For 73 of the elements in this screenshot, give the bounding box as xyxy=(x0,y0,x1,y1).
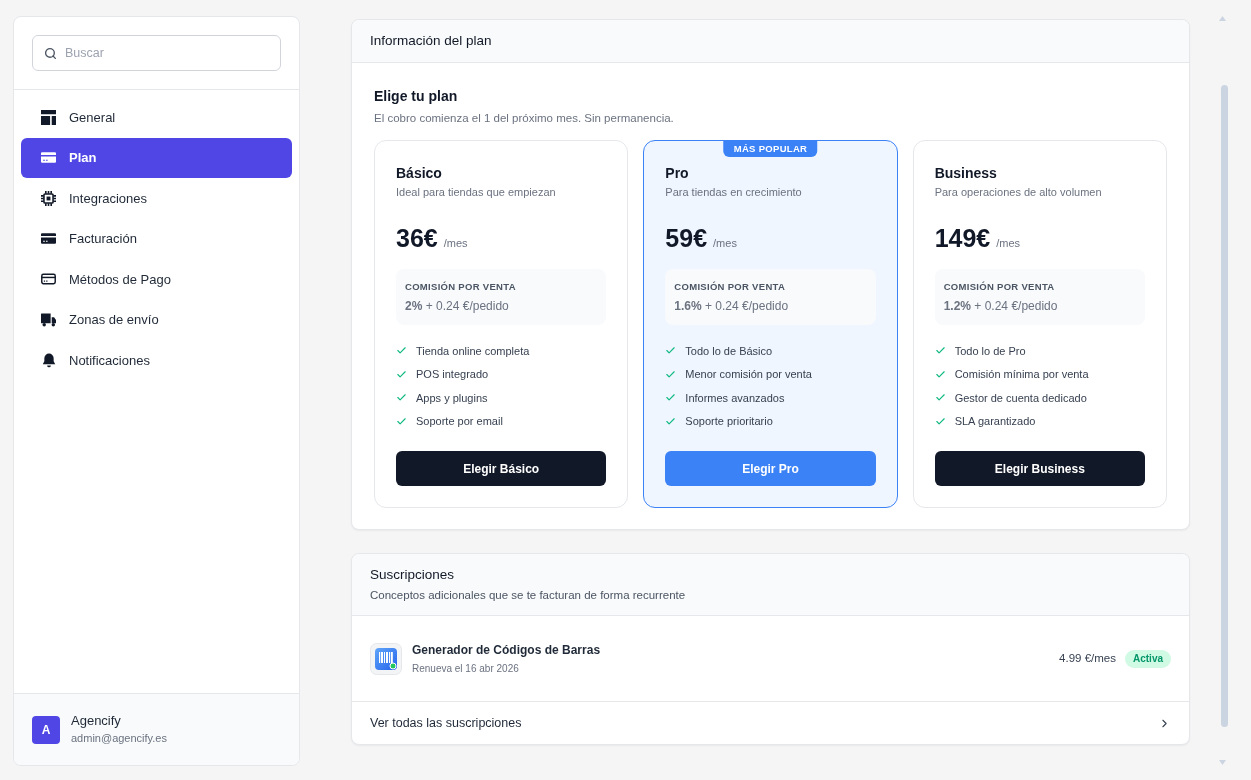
feature-text: Todo lo de Básico xyxy=(685,343,773,359)
section-subtitle: El cobro comienza el 1 del próximo mes. Sin permanencia. xyxy=(374,111,674,126)
popular-tag: MÁS POPULAR xyxy=(723,140,818,157)
view-all-link[interactable]: Ver todas las suscripciones xyxy=(352,702,1189,744)
choose-plan-button[interactable]: Elegir Pro xyxy=(665,451,876,486)
bell-icon xyxy=(41,352,56,368)
plan-name: Básico xyxy=(396,164,442,183)
scrollbar-thumb[interactable] xyxy=(1221,85,1228,727)
sidebar-item[interactable]: Notificaciones xyxy=(21,340,292,381)
commission-label: COMISIÓN POR VENTA xyxy=(405,280,516,294)
feature-text: Gestor de cuenta dedicado xyxy=(954,390,1087,406)
sidebar-item[interactable]: Plan xyxy=(21,137,292,178)
feature-text: Informes avanzados xyxy=(685,390,785,406)
plan-name: Business xyxy=(934,164,997,183)
plan-description: Para operaciones de alto volumen xyxy=(934,185,1102,200)
feature-text: Soporte por email xyxy=(416,414,503,429)
commission-value: 1.2% + 0.24 €/pedido xyxy=(943,298,1058,314)
commission-value: 2% + 0.24 €/pedido xyxy=(405,298,509,314)
subscription-price: 4.99 €/mes xyxy=(1059,650,1116,666)
plan-price: 149€ xyxy=(934,223,991,254)
sidebar-item[interactable]: Facturación xyxy=(21,218,292,259)
plan-name: Pro xyxy=(665,164,689,183)
scroll-down-icon[interactable] xyxy=(1218,760,1226,765)
check-icon xyxy=(396,368,407,380)
feature-text: Todo lo de Pro xyxy=(954,343,1026,359)
account-name: Agencify xyxy=(71,712,122,730)
commission-label: COMISIÓN POR VENTA xyxy=(674,280,786,294)
plan-description: Para tiendas en crecimiento xyxy=(665,185,802,200)
credit-card-icon xyxy=(41,233,56,245)
scroll-up-icon[interactable] xyxy=(1218,16,1226,21)
account-email: admin@agencify.es xyxy=(71,731,167,746)
price-period: /mes xyxy=(443,236,468,251)
feature-text: Comisión mínima por venta xyxy=(954,367,1089,382)
truck-icon xyxy=(41,312,56,327)
credit-card-icon xyxy=(41,152,56,164)
plan-price: 59€ xyxy=(665,223,708,254)
commission-value: 1.6% + 0.24 €/pedido xyxy=(674,298,789,314)
plan-description: Ideal para tiendas que empiezan xyxy=(396,185,556,200)
check-icon xyxy=(665,368,677,380)
section-heading: Elige tu plan xyxy=(374,87,458,105)
price-period: /mes xyxy=(713,236,737,251)
choose-plan-button[interactable]: Elegir Business xyxy=(934,451,1145,486)
status-tag: Activa xyxy=(1125,649,1171,668)
feature-text: POS integrado xyxy=(416,367,489,382)
check-icon xyxy=(665,415,677,427)
sidebar-item[interactable]: General xyxy=(21,97,292,138)
price-period: /mes xyxy=(996,236,1021,251)
subscription-name: Generador de Códigos de Barras xyxy=(412,641,601,658)
sidebar-item[interactable]: Métodos de Pago xyxy=(21,259,292,300)
check-icon xyxy=(934,368,946,380)
sidebar-item[interactable]: Integraciones xyxy=(21,178,292,219)
avatar: A xyxy=(32,715,60,744)
feature-text: Soporte prioritario xyxy=(685,414,773,429)
commission-label: COMISIÓN POR VENTA xyxy=(943,280,1055,294)
panel-title: Suscripciones xyxy=(370,566,455,584)
search-field[interactable]: Buscar xyxy=(32,35,281,71)
sidebar-item[interactable]: Zonas de envío xyxy=(21,299,292,340)
feature-text: Tienda online completa xyxy=(416,343,530,359)
chip-icon xyxy=(41,190,56,206)
check-icon xyxy=(934,415,946,427)
feature-text: Apps y plugins xyxy=(416,390,488,406)
panel-subtitle: Conceptos adicionales que se te facturan de forma recurrente xyxy=(370,588,686,603)
feature-text: SLA garantizado xyxy=(954,414,1036,429)
check-icon xyxy=(396,415,407,427)
plan-price: 36€ xyxy=(396,223,438,254)
feature-text: Menor comisión por venta xyxy=(685,367,812,382)
app-icon xyxy=(370,642,402,675)
choose-plan-button[interactable]: Elegir Básico xyxy=(396,451,607,486)
renewal-date: Renueva el 16 abr 2026 xyxy=(412,661,520,676)
search-icon xyxy=(44,46,57,60)
layout-icon xyxy=(41,109,56,125)
credit-card-icon xyxy=(41,273,56,286)
panel-title: Información del plan xyxy=(370,31,492,50)
